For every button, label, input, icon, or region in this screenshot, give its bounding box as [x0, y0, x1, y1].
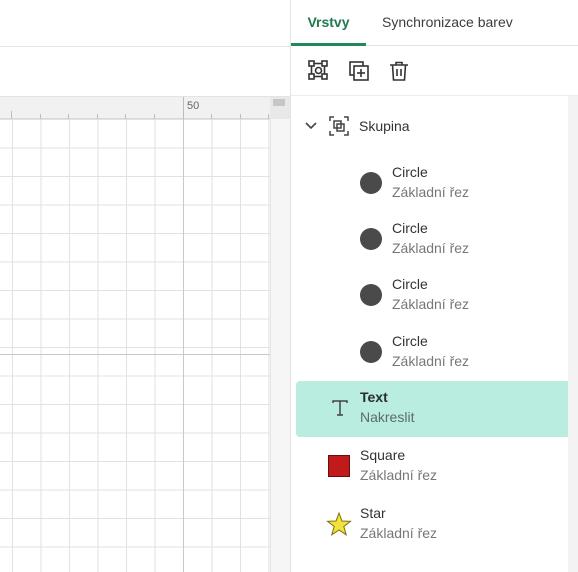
- chevron-down-icon[interactable]: [303, 118, 319, 134]
- canvas-grid[interactable]: [0, 119, 270, 572]
- ruler-tick: [11, 111, 12, 119]
- layer-item[interactable]: Square Základní řez: [296, 439, 571, 495]
- circle-icon: [360, 341, 382, 363]
- design-app: 50 Vrstvy Synchronizace barev Skupina Ci…: [0, 0, 578, 572]
- ruler-label: 50: [187, 100, 200, 112]
- layer-name: Text: [360, 389, 388, 405]
- layer-group-row[interactable]: Skupina: [291, 108, 571, 144]
- top-bar: [0, 0, 290, 47]
- layer-name: Circle: [392, 164, 428, 180]
- layer-type: Základní řez: [392, 353, 470, 369]
- star-icon: [326, 511, 352, 537]
- layer-name: Star: [360, 505, 386, 521]
- layer-name: Circle: [392, 220, 428, 236]
- vertical-scrollbar[interactable]: [270, 119, 290, 572]
- layer-type: Nakreslit: [360, 409, 415, 425]
- canvas-area[interactable]: 50: [0, 0, 290, 572]
- layer-item[interactable]: Circle Základní řez: [296, 325, 571, 381]
- layer-type: Základní řez: [392, 296, 470, 312]
- scroll-nub[interactable]: [273, 99, 285, 106]
- grid-major-line: [183, 119, 184, 572]
- layer-type: Základní řez: [360, 525, 438, 541]
- circle-icon: [360, 228, 382, 250]
- tab-color-sync[interactable]: Synchronizace barev: [382, 0, 513, 46]
- layer-item[interactable]: Circle Základní řez: [296, 156, 571, 212]
- layer-list: Skupina Circle Základní řez Circle Zákla…: [291, 96, 578, 572]
- text-icon: [330, 398, 350, 418]
- ruler-corner: [270, 97, 290, 119]
- tab-layers[interactable]: Vrstvy: [291, 0, 366, 46]
- layer-item[interactable]: Circle Základní řez: [296, 212, 571, 268]
- layer-type: Základní řez: [392, 240, 470, 256]
- canvas-toolbar: [0, 48, 290, 97]
- panel-scrollbar[interactable]: [568, 96, 578, 572]
- circle-icon: [360, 172, 382, 194]
- layer-item[interactable]: Star Základní řez: [296, 497, 571, 553]
- group-icon[interactable]: [306, 58, 332, 84]
- duplicate-icon[interactable]: [346, 58, 372, 84]
- layer-name: Circle: [392, 333, 428, 349]
- group-label: Skupina: [359, 118, 410, 134]
- layer-type: Základní řez: [392, 184, 470, 200]
- trash-icon[interactable]: [386, 58, 412, 84]
- layer-item[interactable]: Circle Základní řez: [296, 268, 571, 324]
- grid-major-line: [0, 354, 270, 355]
- square-icon: [328, 455, 350, 477]
- layer-type: Základní řez: [360, 467, 438, 483]
- layer-name: Square: [360, 447, 406, 463]
- layers-panel: Vrstvy Synchronizace barev Skupina Circl…: [290, 0, 578, 572]
- panel-tabs: Vrstvy Synchronizace barev: [291, 0, 578, 46]
- ruler-tick-major: [183, 97, 184, 119]
- horizontal-ruler: 50: [0, 97, 270, 119]
- circle-icon: [360, 284, 382, 306]
- layer-toolbar: [291, 46, 578, 96]
- layer-name: Circle: [392, 276, 428, 292]
- layer-item-selected[interactable]: Text Nakreslit: [296, 381, 571, 437]
- group-frame-icon: [329, 116, 349, 136]
